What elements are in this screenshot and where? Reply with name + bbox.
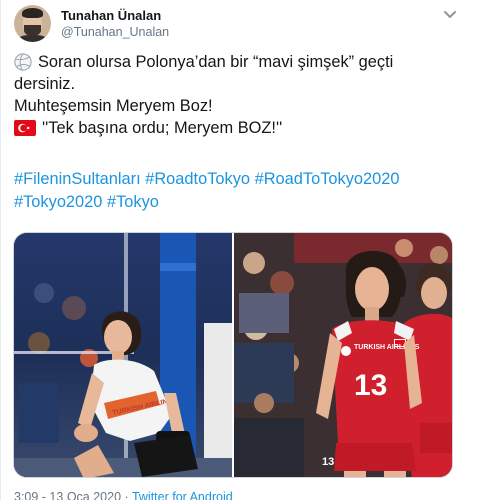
- chevron-down-icon[interactable]: [441, 8, 459, 22]
- author-handle[interactable]: @Tunahan_Unalan: [61, 25, 169, 39]
- hashtag-link[interactable]: #RoadToTokyo2020: [255, 170, 400, 188]
- tweet-text: Soran olursa Polonya’dan bir “mavi şimşe…: [14, 51, 464, 139]
- turkey-flag-icon: [14, 120, 36, 136]
- photo-left[interactable]: TURKISH AIRLINES: [14, 233, 232, 477]
- media-grid: TURKISH AIRLINES TURKISH AIRLINES 13 13: [13, 232, 453, 478]
- right-short-number: 13: [322, 456, 334, 468]
- tweet-line-4-text: ''Tek başına ordu; Meryem BOZ!'': [42, 119, 283, 137]
- tweet-line-1: Soran olursa Polonya’dan bir “mavi şimşe…: [14, 51, 464, 73]
- tweet-line-1-text: Soran olursa Polonya’dan bir “mavi şimşe…: [38, 53, 394, 71]
- tweet-line-4: ''Tek başına ordu; Meryem BOZ!'': [14, 117, 464, 139]
- hashtag-link[interactable]: #Tokyo: [107, 193, 159, 211]
- volleyball-icon: [14, 53, 32, 71]
- footer-separator: ·: [124, 490, 129, 500]
- hashtag-block: #FileninSultanları #RoadtoTokyo #RoadToT…: [14, 168, 464, 214]
- tweet-footer: 3:09 - 13 Oca 2020 · Twitter for Android: [14, 490, 233, 500]
- tweet-line-3-text: Muhteşemsin Meryem Boz!: [14, 97, 213, 115]
- tweet-timestamp[interactable]: 3:09 - 13 Oca 2020: [14, 490, 121, 500]
- hashtag-link[interactable]: #FileninSultanları: [14, 170, 141, 188]
- tweet-source[interactable]: Twitter for Android: [132, 490, 233, 500]
- tweet-line-3: Muhteşemsin Meryem Boz!: [14, 95, 464, 117]
- tweet-line-2: dersiniz.: [14, 73, 464, 95]
- tweet-line-2-text: dersiniz.: [14, 75, 76, 93]
- right-jersey-number: 13: [354, 369, 387, 402]
- tweet-card: Tunahan Ünalan @Tunahan_Unalan Soran olu…: [0, 0, 480, 500]
- avatar[interactable]: [14, 5, 51, 42]
- photo-right[interactable]: TURKISH AIRLINES 13 13: [234, 233, 452, 477]
- hashtag-link[interactable]: #RoadtoTokyo: [145, 170, 250, 188]
- hashtag-link[interactable]: #Tokyo2020: [14, 193, 102, 211]
- author-name[interactable]: Tunahan Ünalan: [61, 8, 161, 23]
